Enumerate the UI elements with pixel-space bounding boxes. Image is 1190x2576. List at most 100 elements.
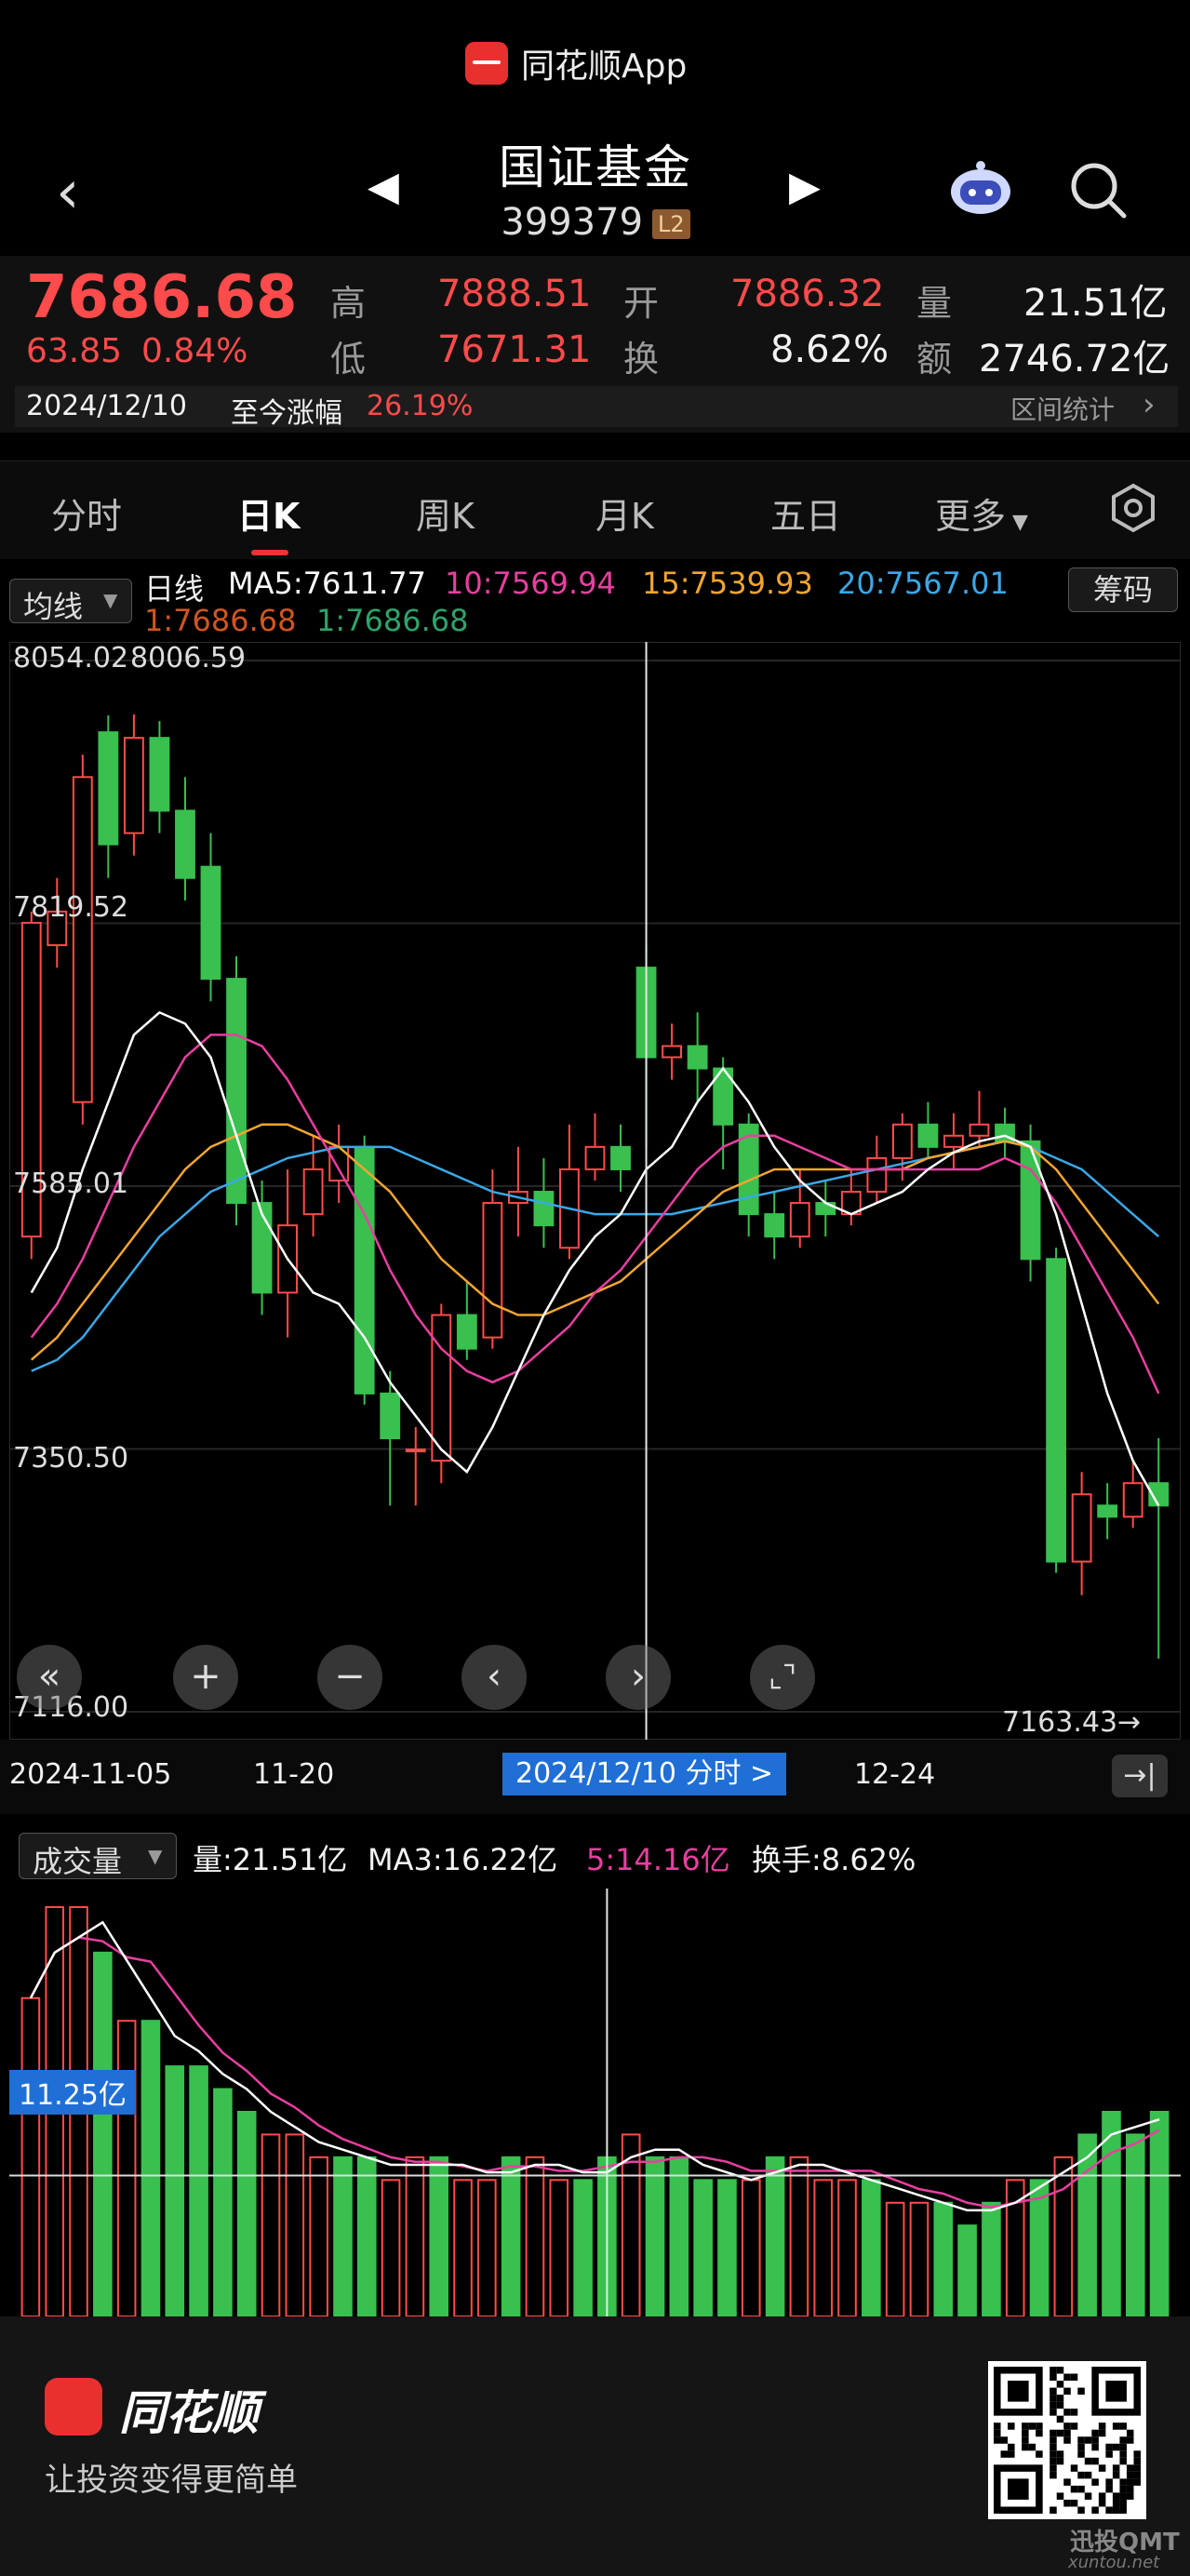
zoom-out-icon[interactable]: − [317, 1645, 382, 1710]
next-stock-icon[interactable]: ▶ [789, 163, 821, 210]
prev-candle-icon[interactable]: ‹ [461, 1645, 527, 1710]
jump-latest-icon[interactable]: →| [1112, 1755, 1168, 1797]
candle [277, 1168, 299, 1338]
turnover-label: 换 [623, 339, 660, 380]
candle [662, 1023, 683, 1080]
next-candle-icon[interactable]: › [606, 1645, 671, 1710]
qr-module [1119, 2436, 1127, 2444]
candle-body [226, 978, 247, 1205]
qr-module [1112, 2492, 1120, 2500]
tab-more[interactable]: 更多 ▼ [935, 487, 1028, 539]
qr-finder [1008, 2381, 1029, 2402]
ma5-line [30, 1010, 1160, 1506]
volume-bar [405, 2156, 425, 2317]
candle-body [380, 1392, 401, 1440]
tab-weekly-k[interactable]: 周K [416, 487, 475, 539]
indicator-selector[interactable]: 成交量 ▼ [19, 1833, 177, 1879]
robot-assistant-icon[interactable] [947, 158, 1014, 216]
ma10-value: 10:7569.94 [445, 566, 616, 601]
volume-bar [717, 2179, 737, 2318]
qr-module [1063, 2387, 1071, 2396]
ma5-value: MA5:7611.77 [228, 566, 426, 601]
qr-module [1133, 2478, 1141, 2486]
ma-selector[interactable]: 均线 ▼ [9, 579, 132, 624]
tab-intraday[interactable]: 分时 [51, 487, 122, 539]
candle [1097, 1483, 1118, 1540]
search-icon[interactable] [1068, 160, 1128, 220]
candle [1148, 1438, 1170, 1659]
ma-selector-label: 均线 [23, 589, 84, 624]
qr-module [1050, 2409, 1057, 2416]
candle [200, 833, 221, 1002]
candle [226, 956, 247, 1226]
y-tick-label: 7819.52 [13, 891, 129, 924]
candle-body [917, 1123, 939, 1148]
x-tick-label: 11-20 [253, 1758, 335, 1791]
chevron-right-icon: › [1143, 386, 1156, 423]
candle [251, 1180, 273, 1315]
prev-stock-icon[interactable]: ◀ [368, 163, 399, 210]
qr-module [1063, 2429, 1071, 2437]
zoom-in-icon[interactable]: + [173, 1645, 238, 1710]
back-icon[interactable]: ‹ [56, 158, 80, 227]
level2-badge: L2 [652, 209, 690, 239]
volume-bar [1102, 2111, 1121, 2317]
qr-module [1105, 2485, 1113, 2493]
volume-bar [333, 2156, 353, 2317]
candle-body [123, 737, 144, 834]
tab-daily-k[interactable]: 日K [237, 487, 300, 539]
qr-module [1056, 2450, 1064, 2458]
top-bar: 同花顺App [0, 0, 1190, 121]
volume-value: 21.51亿 [1023, 282, 1168, 325]
qr-module [1119, 2457, 1127, 2465]
y-tick-label: 7585.01 [13, 1168, 129, 1200]
volume-bar [1149, 2111, 1170, 2317]
qr-module [1050, 2457, 1057, 2465]
qr-module [1050, 2395, 1057, 2402]
candle-body [789, 1202, 810, 1238]
volume-chart[interactable]: 11.25亿 [9, 1889, 1181, 2318]
tab-five-day[interactable]: 五日 [770, 487, 841, 539]
qr-module [1084, 2471, 1092, 2479]
volume-bar [429, 2156, 449, 2317]
volume-bar [356, 2156, 377, 2317]
candle [610, 1124, 631, 1193]
since-bar[interactable]: 2024/12/10 至今涨幅 26.19% 区间统计 › [15, 386, 1178, 430]
qr-module [1050, 2464, 1057, 2472]
qr-module [1126, 2464, 1134, 2472]
candle-body [891, 1123, 913, 1159]
crosshair-date-label[interactable]: 2024/12/10 分时 > [502, 1753, 787, 1795]
qr-module [1008, 2450, 1015, 2458]
qr-module [1112, 2499, 1120, 2507]
volume-bar [693, 2179, 713, 2318]
volume-bar [549, 2179, 569, 2318]
qr-module [1105, 2506, 1113, 2514]
volume-ma3: MA3:16.22亿 [368, 1842, 558, 1877]
chips-button[interactable]: 筹码 [1068, 567, 1178, 612]
candle-body [302, 1168, 324, 1216]
volume-bar [525, 2156, 545, 2317]
footer-banner: 同花顺 让投资变得更简单 迅投QMT xuntou.net [0, 2316, 1190, 2576]
kline-chart[interactable]: 8054.02 8006.59 7819.52 7585.01 7350.50 … [8, 641, 1182, 1741]
settings-hex-icon[interactable] [1107, 482, 1159, 538]
interval-stats-link[interactable]: 区间统计 [1010, 390, 1115, 427]
candle [815, 1180, 836, 1237]
qr-module [1077, 2436, 1085, 2444]
fast-back-icon[interactable]: « [17, 1645, 82, 1710]
qr-module [1098, 2429, 1106, 2437]
candle-body [584, 1145, 606, 1170]
qr-module [1036, 2423, 1043, 2430]
candle-body [175, 809, 195, 879]
volume-bar [93, 1951, 113, 2317]
qr-module [1084, 2436, 1092, 2444]
qr-module [1133, 2471, 1141, 2479]
brand-logo-icon [45, 2378, 102, 2436]
candle-body [431, 1314, 452, 1462]
qr-module [1077, 2485, 1085, 2493]
candle-body [354, 1145, 375, 1395]
tab-monthly-k[interactable]: 月K [595, 487, 654, 539]
qr-module [1050, 2429, 1057, 2437]
qr-module [1050, 2506, 1057, 2514]
fullscreen-icon[interactable]: ⌞⌝ [750, 1645, 815, 1710]
volume-bar [381, 2179, 401, 2318]
